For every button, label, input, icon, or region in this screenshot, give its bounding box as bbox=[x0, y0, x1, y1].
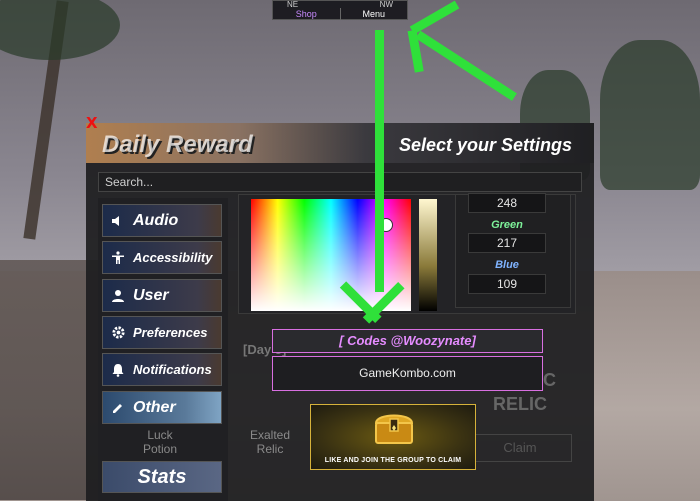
treasure-chest-icon bbox=[372, 405, 416, 449]
menu-tab[interactable]: Menu bbox=[339, 8, 408, 20]
sidebar-item-label: User bbox=[133, 286, 169, 304]
speaker-icon bbox=[111, 214, 133, 228]
codes-title: [ Codes @Woozynate] bbox=[272, 329, 543, 353]
green-value-input[interactable]: 217 bbox=[468, 233, 546, 253]
sidebar-item-notifications[interactable]: Notifications bbox=[102, 353, 222, 386]
search-input[interactable]: Search... bbox=[98, 172, 582, 192]
code-input[interactable]: GameKombo.com bbox=[272, 356, 543, 391]
blue-value-input[interactable]: 109 bbox=[468, 274, 546, 294]
sidebar-item-accessibility[interactable]: Accessibility bbox=[102, 241, 222, 274]
compass-bar: NE NW Shop Menu bbox=[272, 0, 408, 20]
settings-title: Select your Settings bbox=[398, 135, 572, 155]
green-label: Green bbox=[491, 219, 523, 231]
sidebar-item-user[interactable]: User bbox=[102, 279, 222, 312]
annotation-arrow-shaft bbox=[375, 30, 384, 292]
pencil-icon bbox=[111, 401, 133, 415]
annotation-diagonal-head bbox=[409, 0, 460, 35]
group-claim-text: LIKE AND JOIN THE GROUP TO CLAIM bbox=[324, 457, 462, 464]
sidebar-item-preferences[interactable]: Preferences bbox=[102, 316, 222, 349]
compass-ne: NE bbox=[287, 0, 299, 9]
sidebar-item-other[interactable]: Other bbox=[102, 391, 222, 424]
bell-icon bbox=[111, 363, 133, 377]
accessibility-icon bbox=[111, 250, 133, 265]
sidebar-item-label: Other bbox=[133, 398, 176, 416]
sidebar-item-audio[interactable]: Audio bbox=[102, 204, 222, 237]
pine-tree bbox=[600, 40, 700, 190]
stats-label: Stats bbox=[137, 465, 187, 488]
claim-button[interactable]: Claim bbox=[468, 434, 572, 462]
sidebar-item-label: Preferences bbox=[133, 325, 208, 340]
panel-header: Daily Reward Select your Settings bbox=[86, 123, 594, 163]
sidebar-item-label: Notifications bbox=[133, 362, 212, 377]
palm-leaves bbox=[0, 0, 120, 60]
close-icon[interactable]: X bbox=[86, 114, 98, 132]
annotation-diagonal-arrow bbox=[415, 30, 517, 101]
red-value-input[interactable]: 248 bbox=[468, 193, 546, 213]
sidebar-item-label: Accessibility bbox=[133, 250, 213, 265]
gear-icon bbox=[111, 325, 133, 340]
shop-tab[interactable]: Shop bbox=[273, 8, 340, 20]
stats-button[interactable]: Stats bbox=[102, 461, 222, 493]
daily-reward-title: Daily Reward bbox=[102, 131, 253, 158]
exalted-relic-label: Exalted Relic bbox=[249, 428, 291, 456]
blue-label: Blue bbox=[495, 259, 519, 271]
luck-potion-label: Luck Potion bbox=[142, 428, 178, 456]
compass-nw: NW bbox=[379, 0, 393, 9]
shade-slider[interactable] bbox=[419, 199, 437, 311]
user-icon bbox=[111, 289, 133, 303]
sidebar-item-label: Audio bbox=[133, 211, 179, 229]
